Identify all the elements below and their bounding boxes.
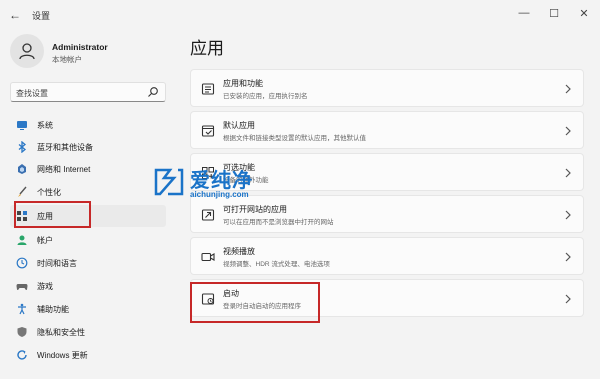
sidebar-item-label: 辅助功能 [37,304,69,314]
sidebar-item-label: 蓝牙和其他设备 [37,142,93,152]
sidebar-item-accessibility[interactable]: 辅助功能 [10,298,166,320]
card-subtitle: 已安装的应用，应用执行别名 [223,93,308,100]
card-title: 启动 [223,289,239,298]
chevron-right-icon [565,168,571,178]
sidebar-item-label: 游戏 [37,281,53,291]
video-icon [201,252,215,262]
shield-icon [16,326,28,338]
card-title: 可选功能 [223,163,255,172]
settings-window: ← 设置 — ☐ ✕ Administrator 本地帐户 系统 蓝牙和其他设备 [0,0,600,379]
default-apps-icon [201,125,215,137]
card-subtitle: 视频调整、HDR 流式处理、电池选项 [223,261,330,268]
sidebar-item-personalization[interactable]: 个性化 [10,181,166,203]
card-apps-features[interactable]: 应用和功能 已安装的应用，应用执行别名 [190,69,584,107]
chevron-right-icon [565,84,571,94]
sidebar-item-label: 帐户 [37,235,53,245]
card-startup[interactable]: 启动 登录时自动启动的应用程序 [190,279,584,317]
sidebar-item-network[interactable]: 网络和 Internet [10,158,166,180]
chevron-right-icon [565,210,571,220]
card-title: 默认应用 [223,121,255,130]
accessibility-icon [16,303,28,315]
user-name: Administrator [52,42,108,52]
web-apps-icon [201,209,215,221]
search-icon[interactable] [147,86,159,98]
sidebar-item-label: 应用 [37,211,53,221]
card-subtitle: 设备的额外功能 [223,177,269,184]
sidebar-item-apps[interactable]: 应用 [10,205,166,227]
sidebar-item-time-language[interactable]: 时间和语言 [10,252,166,274]
card-subtitle: 登录时自动启动的应用程序 [223,303,301,310]
maximize-button[interactable]: ☐ [540,2,568,24]
search-input[interactable] [16,87,136,99]
sidebar-item-system[interactable]: 系统 [10,114,166,136]
user-icon [19,43,35,60]
sidebar-item-windows-update[interactable]: Windows 更新 [10,344,166,366]
card-apps-for-websites[interactable]: 可打开网站的应用 可以在应用而不是浏览器中打开的网站 [190,195,584,233]
sidebar-item-privacy[interactable]: 隐私和安全性 [10,321,166,343]
card-default-apps[interactable]: 默认应用 根据文件和链接类型设置的默认应用，其他默认值 [190,111,584,149]
startup-icon [201,293,215,305]
bluetooth-icon [16,141,28,153]
app-title: 设置 [32,11,51,21]
card-optional-features[interactable]: 可选功能 设备的额外功能 [190,153,584,191]
chevron-right-icon [565,294,571,304]
card-subtitle: 根据文件和链接类型设置的默认应用，其他默认值 [223,135,366,142]
sidebar-item-bluetooth[interactable]: 蓝牙和其他设备 [10,136,166,158]
close-button[interactable]: ✕ [570,2,598,24]
gamepad-icon [16,280,28,292]
apps-list-icon [201,83,215,95]
sidebar-item-label: 网络和 Internet [37,164,91,174]
globe-clock-icon [16,257,28,269]
card-title: 可打开网站的应用 [223,205,287,214]
minimize-button[interactable]: — [510,2,538,24]
sidebar-item-label: 系统 [37,120,53,130]
sidebar-item-label: Windows 更新 [37,350,88,360]
chevron-right-icon [565,252,571,262]
update-icon [16,349,28,361]
card-subtitle: 可以在应用而不是浏览器中打开的网站 [223,219,334,226]
account-icon [16,234,28,246]
sidebar-item-gaming[interactable]: 游戏 [10,275,166,297]
sidebar-item-accounts[interactable]: 帐户 [10,229,166,251]
search-box[interactable] [10,82,166,102]
apps-icon [16,210,28,222]
account-type: 本地帐户 [52,55,82,64]
card-video-playback[interactable]: 视频播放 视频调整、HDR 流式处理、电池选项 [190,237,584,275]
brush-icon [16,186,28,198]
monitor-icon [16,119,28,131]
back-button[interactable]: ← [8,8,22,22]
sidebar-item-label: 时间和语言 [37,258,77,268]
page-title: 应用 [190,39,224,58]
network-icon [16,163,28,175]
chevron-right-icon [565,126,571,136]
card-title: 应用和功能 [223,79,263,88]
optional-features-icon [202,167,214,179]
sidebar-item-label: 隐私和安全性 [37,327,85,337]
card-title: 视频播放 [223,247,255,256]
title-bar: ← 设置 — ☐ ✕ [0,0,600,30]
avatar[interactable] [10,34,44,68]
sidebar-item-label: 个性化 [37,187,61,197]
